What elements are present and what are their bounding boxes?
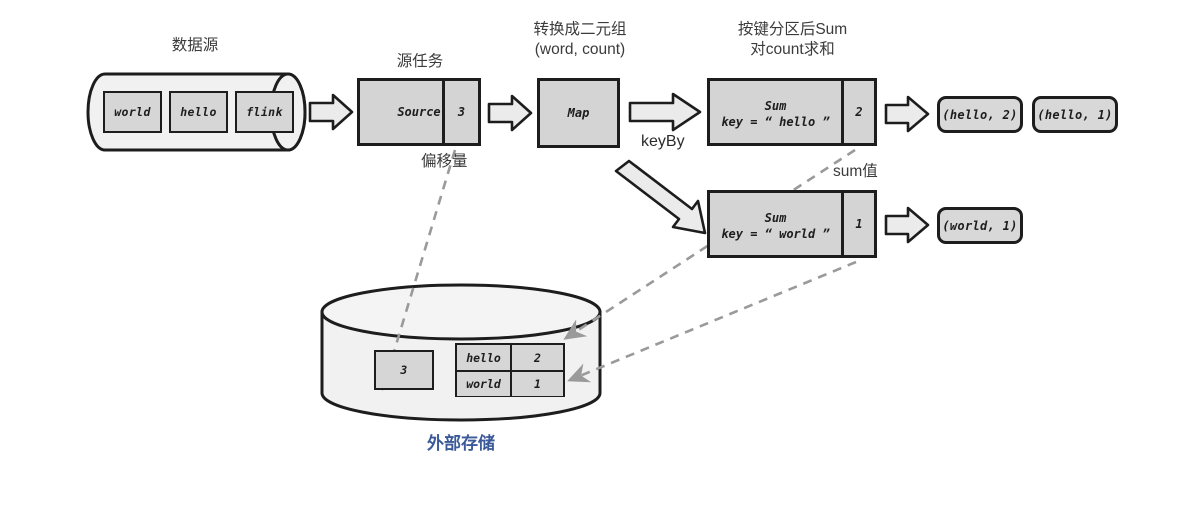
label-data-source: 数据源 xyxy=(171,37,219,54)
output-pill-hello-2: (hello, 2) xyxy=(937,96,1023,133)
label-keyby: keyBy xyxy=(641,133,685,150)
source-record-label: flink xyxy=(246,105,283,119)
source-record-label: world xyxy=(114,105,151,119)
map-task-box: Map xyxy=(537,78,620,148)
arrow-map-to-sum-world xyxy=(614,159,707,235)
label-offset: 偏移量 xyxy=(421,153,468,170)
source-record-1: hello xyxy=(169,91,228,133)
output-pill-label: (world, 1) xyxy=(942,218,1018,233)
storage-state-key: world xyxy=(457,372,512,396)
label-sum-title-line1: 按键分区后Sum xyxy=(737,21,848,38)
storage-state-key-text: hello xyxy=(466,350,501,365)
sum-hello-line1: Sum xyxy=(764,99,787,113)
sum-world-value: 1 xyxy=(855,217,863,231)
output-pill-label: (hello, 1) xyxy=(1037,107,1113,122)
source-task-box: Source 3 xyxy=(357,78,481,146)
storage-state-value: 2 xyxy=(512,345,563,370)
sum-world-text: Sum key = “ world ” xyxy=(710,210,841,242)
output-pill-label: (hello, 2) xyxy=(942,107,1018,122)
arrow-map-to-sum-hello xyxy=(628,92,702,132)
storage-state-key: hello xyxy=(457,345,512,370)
sum-world-line1: Sum xyxy=(764,211,787,225)
label-sum-value: sum值 xyxy=(833,163,878,180)
map-task-label: Map xyxy=(567,106,590,120)
sum-hello-line2: key = “ hello ” xyxy=(721,115,830,129)
storage-state-value-text: 2 xyxy=(534,350,541,365)
storage-state-row-0: hello 2 xyxy=(457,345,563,370)
output-pill-world-1: (world, 1) xyxy=(937,207,1023,244)
sum-task-box-world: Sum key = “ world ” 1 xyxy=(707,190,877,258)
arrow-sum-hello-to-output xyxy=(884,95,930,133)
diagram-canvas: 数据源 源任务 转换成二元组 (word, count) 按键分区后Sum 对c… xyxy=(0,0,1177,509)
source-record-2: flink xyxy=(235,91,294,133)
arrow-sum-world-to-output xyxy=(884,206,930,244)
source-task-offset-value: 3 xyxy=(457,105,466,119)
storage-offset-cell: 3 xyxy=(374,350,434,390)
label-sum-title-line2: 对count求和 xyxy=(750,41,835,58)
storage-state-key-text: world xyxy=(466,377,501,391)
arrow-source-to-sourcetask xyxy=(308,93,354,131)
sum-task-box-hello: Sum key = “ hello ” 2 xyxy=(707,78,877,146)
sum-hello-value: 2 xyxy=(855,105,863,119)
storage-state-table: hello 2 world 1 xyxy=(455,343,565,397)
storage-state-row-1: world 1 xyxy=(457,370,563,396)
storage-offset-value: 3 xyxy=(400,363,408,377)
label-map-title-line1: 转换成二元组 xyxy=(533,21,627,38)
sum-hello-text: Sum key = “ hello ” xyxy=(710,98,841,130)
label-map-title-line2: (word, count) xyxy=(534,41,626,58)
sum-world-line2: key = “ world ” xyxy=(721,227,830,241)
storage-state-value: 1 xyxy=(512,372,563,396)
storage-state-value-text: 1 xyxy=(534,377,541,391)
source-record-0: world xyxy=(103,91,162,133)
source-record-label: hello xyxy=(180,105,217,119)
source-task-label: Source xyxy=(397,105,441,119)
dashed-connector-sum-world-to-storage xyxy=(567,260,857,383)
diagram-vector-layer xyxy=(86,72,930,422)
arrow-sourcetask-to-map xyxy=(487,94,533,132)
label-external-storage: 外部存储 xyxy=(427,434,495,453)
label-source-task: 源任务 xyxy=(396,53,444,70)
output-pill-hello-1: (hello, 1) xyxy=(1032,96,1118,133)
